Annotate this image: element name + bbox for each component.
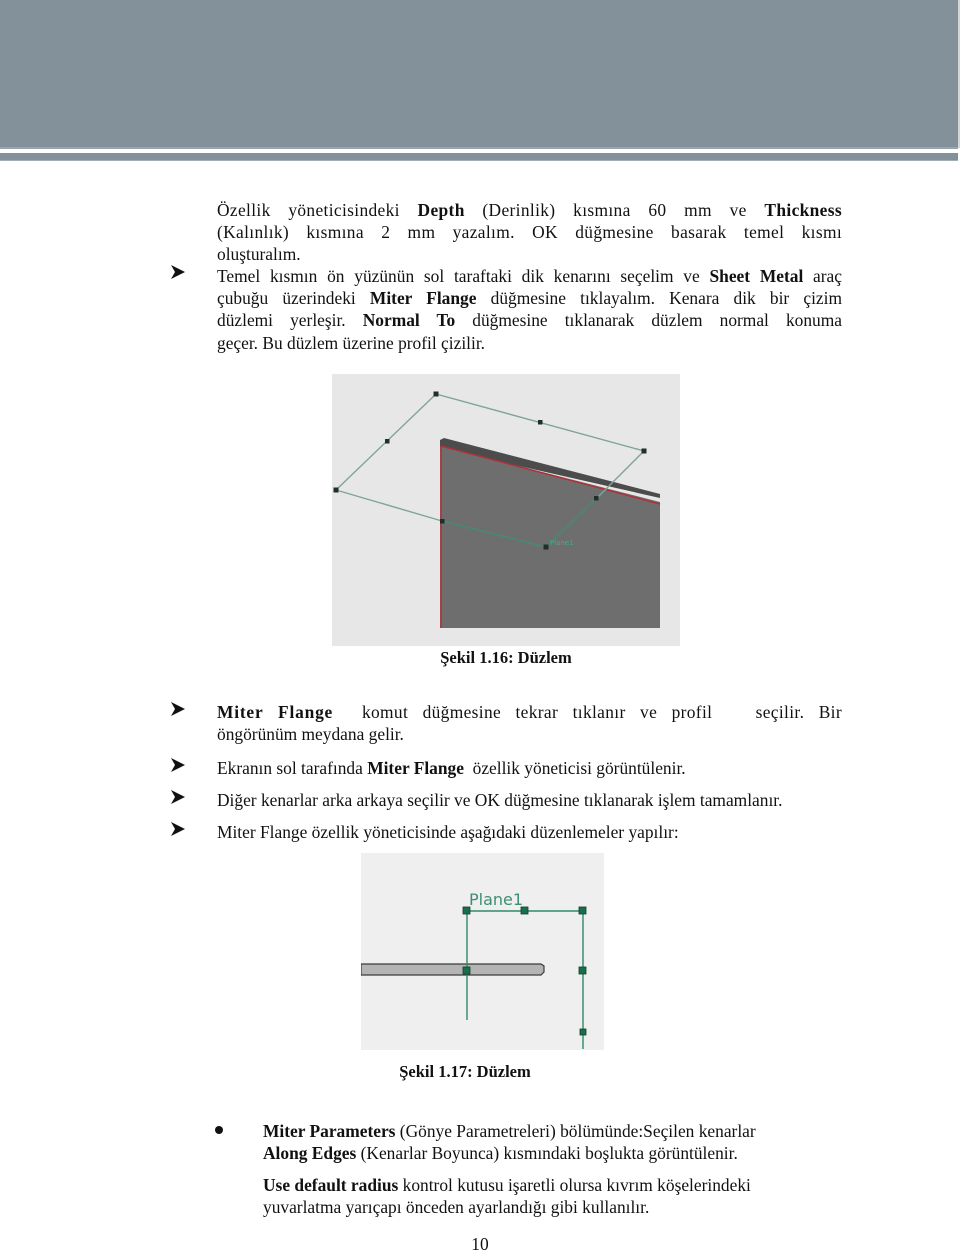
figure-caption: Şekil 1.17: Düzlem xyxy=(399,1062,531,1081)
term-miter-flange: Miter Flange xyxy=(369,288,477,309)
bullet-item-4: Diğer kenarlar arka arkaya seçilir ve OK… xyxy=(217,789,857,811)
plane-3d-view: Plane1 xyxy=(332,374,680,646)
item-line: Along Edges (Kenarlar Boyunca) kısmındak… xyxy=(263,1142,823,1164)
term-depth: Depth xyxy=(417,200,465,220)
paragraph-line: Özellik yöneticisindeki Depth (Derinlik)… xyxy=(217,199,842,221)
text: araç xyxy=(803,266,842,286)
plane-profile-view: Plane1 xyxy=(361,853,604,1050)
item-line: Use default radius kontrol kutusu işaret… xyxy=(263,1174,823,1196)
handle[interactable] xyxy=(579,1028,587,1036)
item-line: yuvarlatma yarıçapı önceden ayarlandığı … xyxy=(263,1197,650,1218)
header-band xyxy=(0,0,960,148)
arrow-bullet-icon xyxy=(170,789,190,805)
dot-item-2: Use default radius kontrol kutusu işaret… xyxy=(263,1174,823,1218)
term-miter-flange: Miter Flange xyxy=(217,702,334,722)
text: (Gönye Parametreleri) bölümünde:Seçilen … xyxy=(395,1121,756,1141)
intro-paragraph: Özellik yöneticisindeki Depth (Derinlik)… xyxy=(217,199,842,266)
arrow-bullet-icon xyxy=(170,701,190,717)
text: Özellik yöneticisindeki xyxy=(217,200,418,220)
paragraph-line: (Kalınlık) kısmına 2 mm yazalım. OK düğm… xyxy=(217,222,842,243)
text: düğmesine tıklayalım. Kenara dik bir çiz… xyxy=(476,288,842,309)
text: özellik yöneticisi görüntülenir. xyxy=(463,758,686,778)
bullet-line: düzlemi yerleşir. Normal To düğmesine tı… xyxy=(217,309,842,331)
bullet-line: Miter Flange özellik yöneticisinde aşağı… xyxy=(217,822,679,842)
bullet-item-3: Ekranın sol tarafında Miter Flange özell… xyxy=(217,757,842,779)
text: düğmesine tıklanarak düzlem normal konum… xyxy=(455,310,842,331)
item-line: Miter Parameters (Gönye Parametreleri) b… xyxy=(263,1120,823,1142)
page-number: 10 xyxy=(471,1234,489,1254)
bullet-item-2: Miter Flange komut düğmesine tekrar tıkl… xyxy=(217,701,842,745)
term-miter-flange: Miter Flange xyxy=(367,758,464,778)
bullet-line: öngörünüm meydana gelir. xyxy=(217,724,404,745)
handle[interactable] xyxy=(578,966,587,975)
handle[interactable] xyxy=(462,966,471,975)
term-thickness: Thickness xyxy=(764,200,842,220)
text: Temel kısmın ön yüzünün sol taraftaki di… xyxy=(217,266,710,286)
plane-label: Plane1 xyxy=(469,890,523,909)
text: komut düğmesine tekrar tıklanır ve profi… xyxy=(333,702,842,722)
paragraph-line: oluşturalım. xyxy=(217,244,301,265)
bullet-line: Ekranın sol tarafında Miter Flange özell… xyxy=(217,757,842,779)
figure-background xyxy=(361,853,604,1050)
arrow-bullet-icon xyxy=(170,264,190,280)
term-normal-to: Normal To xyxy=(362,310,456,331)
bullet-item-1: Temel kısmın ön yüzünün sol taraftaki di… xyxy=(217,265,842,354)
bullet-item-5: Miter Flange özellik yöneticisinde aşağı… xyxy=(217,821,842,843)
bullet-line: geçer. Bu düzlem üzerine profil çizilir. xyxy=(217,332,485,353)
handle[interactable] xyxy=(543,544,549,550)
bullet-line: Miter Flange komut düğmesine tekrar tıkl… xyxy=(217,701,842,723)
text: çubuğu üzerindeki xyxy=(217,288,370,309)
dot-bullet-icon xyxy=(215,1126,223,1134)
handle[interactable] xyxy=(538,420,543,425)
handle[interactable] xyxy=(578,906,587,915)
term-miter-parameters: Miter Parameters xyxy=(263,1121,396,1141)
bullet-line: Diğer kenarlar arka arkaya seçilir ve OK… xyxy=(217,790,783,810)
sheet-edge-bar xyxy=(361,963,545,976)
figure-1-17: Plane1 xyxy=(361,853,604,1050)
dot-item-1: Miter Parameters (Gönye Parametreleri) b… xyxy=(263,1120,823,1164)
text: Ekranın sol tarafında xyxy=(217,758,368,778)
text: (Kenarlar Boyunca) kısmındaki boşlukta g… xyxy=(356,1143,738,1164)
arrow-bullet-icon xyxy=(170,821,190,837)
figure-caption: Şekil 1.16: Düzlem xyxy=(440,648,572,667)
handle[interactable] xyxy=(333,487,339,493)
bullet-line: çubuğu üzerindeki Miter Flange düğmesine… xyxy=(217,287,842,309)
arrow-bullet-icon xyxy=(170,757,190,773)
handle[interactable] xyxy=(433,391,439,397)
figure-1-16: Plane1 xyxy=(332,374,680,646)
bullet-line: Temel kısmın ön yüzünün sol taraftaki di… xyxy=(217,265,842,287)
text: kontrol kutusu işaretli olursa kıvrım kö… xyxy=(398,1175,751,1195)
header-divider xyxy=(0,147,958,149)
term-along-edges: Along Edges xyxy=(263,1143,357,1164)
handle[interactable] xyxy=(440,519,445,524)
handle[interactable] xyxy=(641,448,647,454)
plane-label: Plane1 xyxy=(550,539,574,547)
term-sheet-metal: Sheet Metal xyxy=(709,266,804,286)
handle[interactable] xyxy=(385,439,390,444)
text: düzlemi yerleşir. xyxy=(217,310,363,331)
term-use-default-radius: Use default radius xyxy=(263,1175,399,1195)
header-stripe xyxy=(0,153,958,161)
handle[interactable] xyxy=(594,496,599,501)
text: (Derinlik) kısmına 60 mm ve xyxy=(464,200,765,220)
